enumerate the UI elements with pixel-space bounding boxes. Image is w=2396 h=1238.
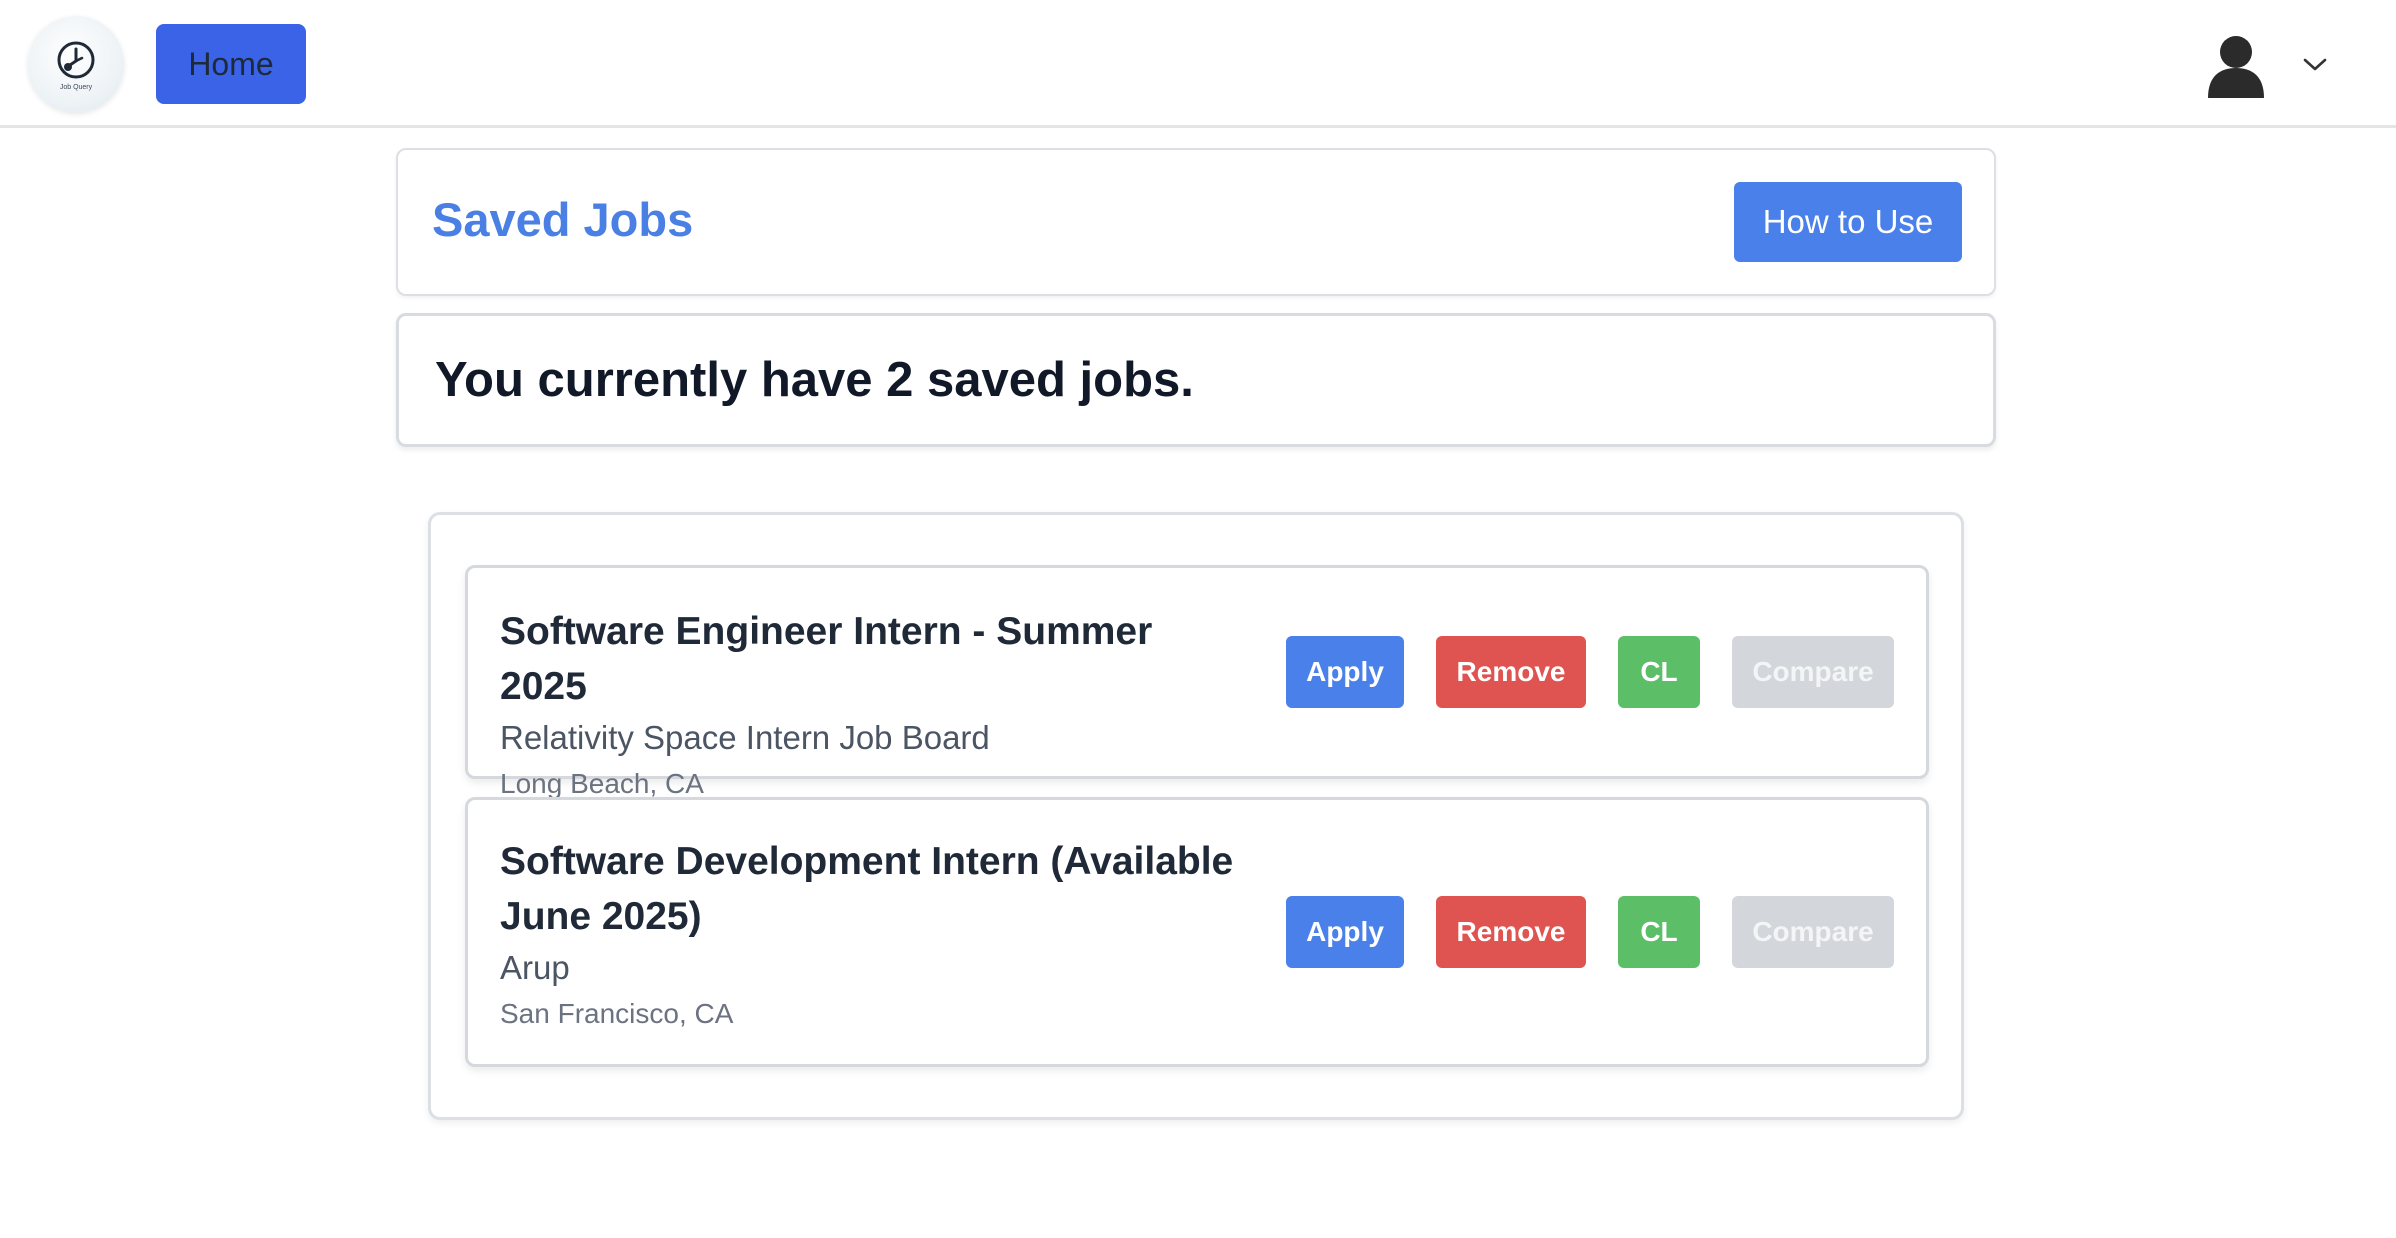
job-title: Software Engineer Intern - Summer 2025 [500,610,1153,708]
home-button[interactable]: Home [156,24,306,104]
saved-count-text: You currently have 2 saved jobs. [435,353,1194,407]
compare-button[interactable]: Compare [1732,896,1894,968]
chevron-down-icon[interactable] [2302,52,2328,76]
remove-button[interactable]: Remove [1436,636,1586,708]
job-info: Software Development Intern (Available J… [500,834,1240,1034]
job-company: Relativity Space Intern Job Board [500,719,990,756]
app-logo[interactable]: Job Query [28,16,124,112]
job-info: Software Engineer Intern - Summer 2025 R… [500,604,1240,804]
saved-jobs-list: Software Engineer Intern - Summer 2025 R… [428,512,1964,1120]
page-title: Saved Jobs [432,193,694,246]
job-card: Software Engineer Intern - Summer 2025 R… [465,565,1929,799]
job-card: Software Development Intern (Available J… [465,797,1929,1067]
job-title: Software Development Intern (Available J… [500,840,1234,938]
user-avatar-icon[interactable] [2200,28,2272,100]
saved-count-card: You currently have 2 saved jobs. [396,313,1996,447]
remove-button[interactable]: Remove [1436,896,1586,968]
apply-button[interactable]: Apply [1286,636,1404,708]
cover-letter-button[interactable]: CL [1618,636,1700,708]
top-navbar: Job Query Home [0,0,2396,128]
apply-button[interactable]: Apply [1286,896,1404,968]
compare-button[interactable]: Compare [1732,636,1894,708]
job-company: Arup [500,949,570,986]
logo-text: Job Query [59,83,93,91]
clock-logo-icon [57,41,95,78]
job-location: San Francisco, CA [500,998,734,1029]
how-to-use-button[interactable]: How to Use [1734,182,1962,262]
saved-jobs-header-card: Saved Jobs How to Use [396,148,1996,296]
cover-letter-button[interactable]: CL [1618,896,1700,968]
